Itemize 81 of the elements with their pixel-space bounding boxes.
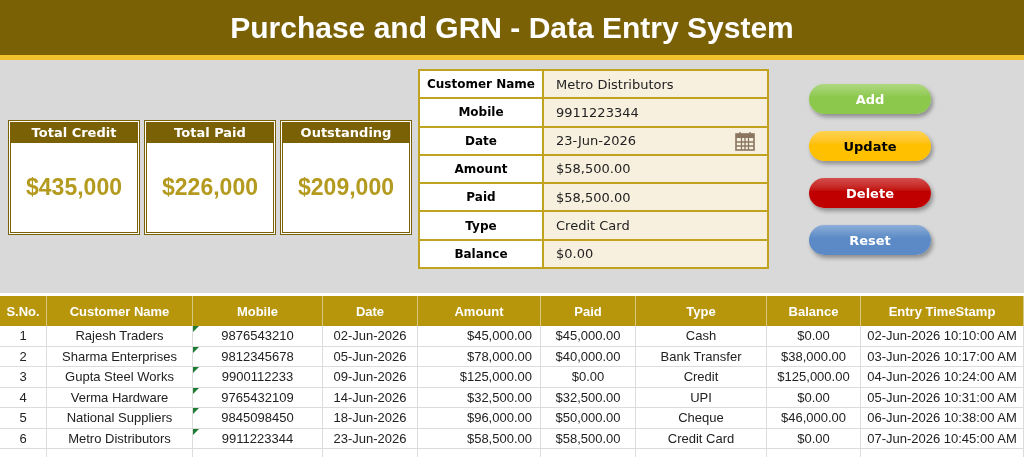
column-header: S.No. bbox=[0, 296, 47, 326]
table-cell: Credit bbox=[636, 367, 767, 387]
table-cell: $45,000.00 bbox=[418, 326, 541, 346]
table-cell: $0.00 bbox=[541, 367, 636, 387]
column-header: Entry TimeStamp bbox=[861, 296, 1024, 326]
card-label: Outstanding bbox=[283, 123, 409, 143]
table-cell: 6 bbox=[0, 428, 47, 448]
table-cell: 3 bbox=[0, 367, 47, 387]
column-header: Customer Name bbox=[47, 296, 193, 326]
input-field[interactable]: $0.00 bbox=[544, 240, 767, 267]
field-label: Balance bbox=[420, 240, 544, 267]
table-cell: 05-Jun-2026 bbox=[323, 346, 418, 366]
table-cell: 02-Jun-2026 10:10:00 AM bbox=[861, 326, 1024, 346]
field-label: Date bbox=[420, 127, 544, 154]
table-cell: $58,500.00 bbox=[541, 428, 636, 448]
page-title: Purchase and GRN - Data Entry System bbox=[230, 10, 794, 45]
table-cell: 5 bbox=[0, 408, 47, 428]
table-cell: $96,000.00 bbox=[418, 408, 541, 428]
table-cell: $45,000.00 bbox=[541, 326, 636, 346]
column-header: Date bbox=[323, 296, 418, 326]
action-button[interactable]: Reset bbox=[809, 225, 931, 255]
table-cell: Cheque bbox=[636, 408, 767, 428]
table-cell: $38,000.00 bbox=[767, 346, 861, 366]
field-label: Type bbox=[420, 212, 544, 239]
column-header: Paid bbox=[541, 296, 636, 326]
table-cell: 9765432109 bbox=[193, 387, 323, 407]
input-field[interactable]: $58,500.00 bbox=[544, 184, 767, 211]
table-cell: $50,000.00 bbox=[541, 408, 636, 428]
table-cell: $32,500.00 bbox=[541, 387, 636, 407]
card-value: $209,000 bbox=[297, 173, 395, 202]
action-button[interactable]: Delete bbox=[809, 178, 931, 208]
action-button[interactable]: Update bbox=[809, 131, 931, 161]
table-cell: 9812345678 bbox=[193, 346, 323, 366]
field-label: Customer Name bbox=[420, 71, 544, 98]
input-field[interactable]: Credit Card bbox=[544, 212, 767, 239]
table-cell: Credit Card bbox=[636, 428, 767, 448]
table-cell: 9845098450 bbox=[193, 408, 323, 428]
table-cell: $125,000.00 bbox=[418, 367, 541, 387]
table-cell: $40,000.00 bbox=[541, 346, 636, 366]
table-cell: $125,000.00 bbox=[767, 367, 861, 387]
table-cell: 23-Jun-2026 bbox=[323, 428, 418, 448]
table-cell: $32,500.00 bbox=[418, 387, 541, 407]
table-cell: 05-Jun-2026 10:31:00 AM bbox=[861, 387, 1024, 407]
table-cell: 9876543210 bbox=[193, 326, 323, 346]
table-cell: Bank Transfer bbox=[636, 346, 767, 366]
column-header: Type bbox=[636, 296, 767, 326]
table-cell: 09-Jun-2026 bbox=[323, 367, 418, 387]
table-cell: 03-Jun-2026 10:17:00 AM bbox=[861, 346, 1024, 366]
table-cell: $0.00 bbox=[767, 428, 861, 448]
field-label: Amount bbox=[420, 155, 544, 183]
table-cell: 06-Jun-2026 10:38:00 AM bbox=[861, 408, 1024, 428]
table-cell: $58,500.00 bbox=[418, 428, 541, 448]
input-field[interactable]: Metro Distributors bbox=[544, 71, 767, 98]
column-header: Balance bbox=[767, 296, 861, 326]
table-cell: 1 bbox=[0, 326, 47, 346]
table-cell: 9911223344 bbox=[193, 428, 323, 448]
table-cell: 02-Jun-2026 bbox=[323, 326, 418, 346]
table-cell: $0.00 bbox=[767, 387, 861, 407]
card-value: $435,000 bbox=[25, 173, 123, 202]
input-field[interactable]: 23-Jun-2026 bbox=[544, 127, 767, 154]
table-cell: 04-Jun-2026 10:24:00 AM bbox=[861, 367, 1024, 387]
field-label: Mobile bbox=[420, 99, 544, 126]
table-cell: 2 bbox=[0, 346, 47, 366]
calendar-icon[interactable] bbox=[735, 130, 755, 151]
table-cell: 4 bbox=[0, 387, 47, 407]
table-cell: 14-Jun-2026 bbox=[323, 387, 418, 407]
card-label: Total Credit bbox=[11, 123, 137, 143]
table-cell: Cash bbox=[636, 326, 767, 346]
input-field[interactable]: 9911223344 bbox=[544, 99, 767, 126]
card-label: Total Paid bbox=[147, 123, 273, 143]
table-cell: 9900112233 bbox=[193, 367, 323, 387]
column-header: Amount bbox=[418, 296, 541, 326]
card-value: $226,000 bbox=[161, 173, 259, 202]
table-cell: $46,000.00 bbox=[767, 408, 861, 428]
table-cell: $78,000.00 bbox=[418, 346, 541, 366]
table-cell: 18-Jun-2026 bbox=[323, 408, 418, 428]
table-cell: $0.00 bbox=[767, 326, 861, 346]
table-cell: 07-Jun-2026 10:45:00 AM bbox=[861, 428, 1024, 448]
field-label: Paid bbox=[420, 184, 544, 211]
table-cell: UPI bbox=[636, 387, 767, 407]
input-field[interactable]: $58,500.00 bbox=[544, 155, 767, 183]
